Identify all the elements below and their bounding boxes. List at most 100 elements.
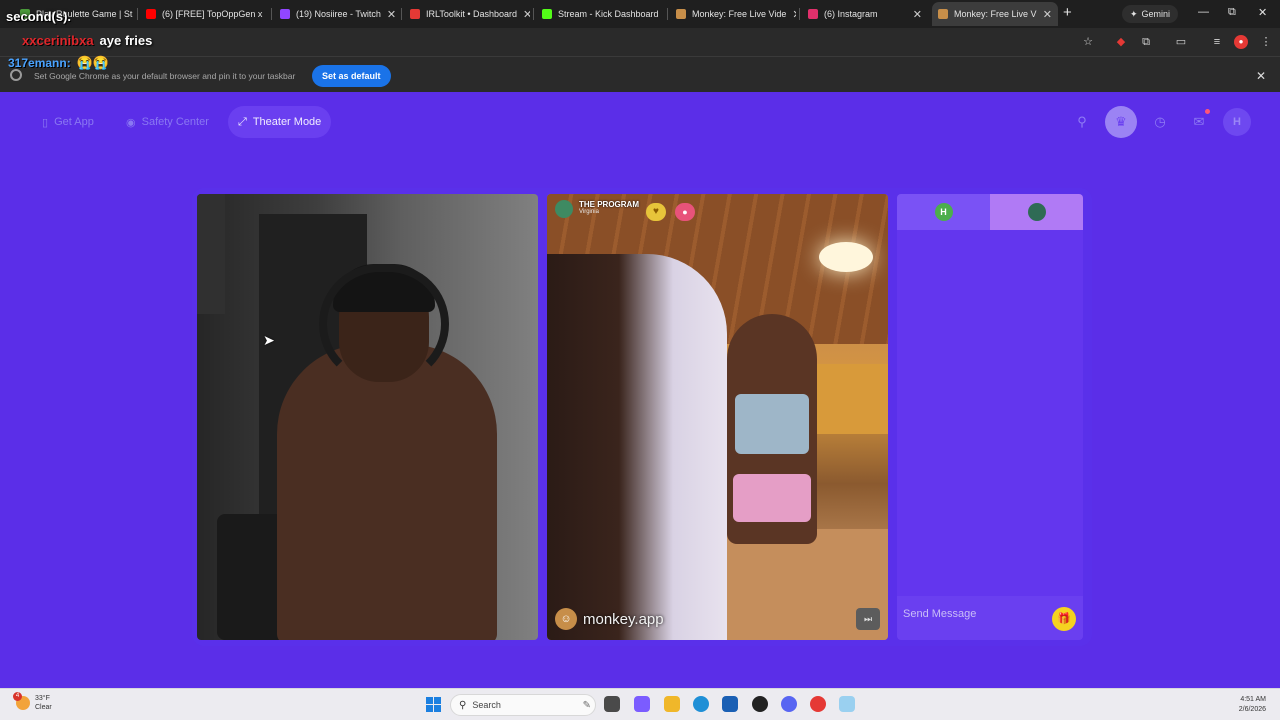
- search-icon[interactable]: ⚲: [1068, 108, 1096, 136]
- mouse-cursor-icon: ➤: [263, 332, 275, 348]
- tab-title: IRLToolkit • Dashboard: [426, 9, 518, 19]
- overlay-chat-name: 317emann:: [8, 56, 71, 70]
- weather-temp: 33°F: [35, 695, 50, 702]
- search-highlight-icon: ✎: [582, 699, 591, 711]
- monkey-icon: [938, 9, 948, 19]
- skip-forward-button[interactable]: ⏭: [856, 608, 880, 630]
- close-tab-icon[interactable]: ✕: [913, 8, 922, 21]
- safety-center-button[interactable]: ◉ Safety Center: [116, 106, 219, 138]
- chat-tab-self[interactable]: H: [897, 194, 990, 230]
- crown-icon[interactable]: ♛: [1105, 106, 1137, 138]
- youtube-icon: [146, 9, 156, 19]
- phone-icon: ▯: [42, 116, 49, 129]
- close-tab-icon[interactable]: ✕: [523, 8, 530, 21]
- video-scene-shelf: [197, 194, 225, 314]
- local-video: ➤: [197, 194, 538, 640]
- shield-icon: ◉: [126, 116, 136, 129]
- twitch-icon: [280, 9, 290, 19]
- new-tab-button[interactable]: +: [1063, 4, 1072, 21]
- tab-search-icon[interactable]: ≡: [1210, 35, 1224, 49]
- partner-name: THE PROGRAM: [579, 200, 639, 209]
- tab-title: Stream - Kick Dashboard: [558, 9, 659, 19]
- video-scene-foreground-person: [547, 254, 727, 640]
- gemini-label: Gemini: [1141, 9, 1171, 19]
- weather-icon: 4: [13, 692, 30, 710]
- gift-badge-icon[interactable]: ●: [675, 203, 695, 221]
- headphones-icon: [319, 264, 449, 384]
- extension-icon[interactable]: ◆: [1114, 35, 1128, 49]
- chat-panel: H 🎁: [897, 194, 1083, 640]
- brand-label: monkey.app: [583, 610, 664, 628]
- messages-icon[interactable]: ✉: [1185, 108, 1213, 136]
- theater-mode-button[interactable]: ⤢ Theater Mode: [228, 106, 332, 138]
- windows-taskbar: 4 33°F Clear ⚲ Search ✎ 4:51 AM 2/6/2026: [0, 688, 1280, 720]
- monkey-brand: ☺ monkey.app: [555, 608, 664, 630]
- tab-instagram[interactable]: (6) Instagram ✕: [802, 2, 928, 26]
- set-as-default-button[interactable]: Set as default: [312, 65, 391, 87]
- tab-topoppgen[interactable]: (6) [FREE] TopOppGen x ✕: [140, 2, 268, 26]
- bookmark-star-icon[interactable]: ☆: [1081, 35, 1095, 49]
- copilot-icon[interactable]: [634, 696, 650, 712]
- expand-icon: ⤢: [238, 115, 247, 128]
- chat-tabs: H: [897, 194, 1083, 230]
- theater-mode-label: Theater Mode: [252, 116, 322, 128]
- close-window-button[interactable]: ✕: [1258, 6, 1267, 19]
- kick-icon: [542, 9, 552, 19]
- restore-button[interactable]: ⧉: [1228, 6, 1236, 19]
- history-clock-icon[interactable]: ◷: [1146, 108, 1174, 136]
- video-scene-person: [277, 344, 497, 640]
- search-icon: ⚲: [459, 699, 467, 711]
- tab-irltoolkit[interactable]: IRLToolkit • Dashboard ✕: [404, 2, 530, 26]
- remote-video: THE PROGRAM Virginia ♥ ● ☺ monkey.app ⏭: [547, 194, 888, 640]
- close-tab-icon[interactable]: ✕: [1043, 8, 1052, 21]
- discord-icon[interactable]: [781, 696, 797, 712]
- profile-avatar-icon[interactable]: ●: [1234, 35, 1248, 49]
- chrome-icon[interactable]: [810, 696, 826, 712]
- stream-overlay-user: xxcerinibxa aye fries: [22, 33, 152, 48]
- partner-info[interactable]: THE PROGRAM Virginia: [555, 200, 639, 218]
- gemini-button[interactable]: ✦ Gemini: [1122, 5, 1179, 23]
- file-explorer-icon[interactable]: [664, 696, 680, 712]
- partner-location: Virginia: [579, 209, 599, 215]
- get-app-label: Get App: [54, 116, 94, 128]
- get-app-button[interactable]: ▯ Get App: [32, 106, 104, 138]
- extensions-puzzle-icon[interactable]: ⧉: [1139, 35, 1153, 49]
- tab-title: (6) [FREE] TopOppGen x: [162, 9, 263, 19]
- clock-time: 4:51 AM: [1240, 696, 1266, 703]
- tab-kick[interactable]: Stream - Kick Dashboard ✕: [536, 2, 664, 26]
- menu-kebab-icon[interactable]: ⋮: [1259, 35, 1273, 49]
- tab-monkey-active[interactable]: Monkey: Free Live V ✕: [932, 2, 1058, 26]
- close-infobar-icon[interactable]: ✕: [1256, 69, 1266, 83]
- stream-overlay-chat: 317emann: 😭😭: [8, 55, 109, 71]
- message-bar: 🎁: [897, 596, 1083, 640]
- tab-twitch[interactable]: (19) Nosiiree - Twitch ✕: [274, 2, 398, 26]
- tab-title: Monkey: Free Live Vide: [692, 9, 787, 19]
- instagram-icon: [808, 9, 818, 19]
- taskbar-search-label: Search: [472, 700, 501, 710]
- minimize-button[interactable]: —: [1198, 6, 1209, 18]
- close-tab-icon[interactable]: ✕: [792, 8, 796, 21]
- safety-center-label: Safety Center: [141, 116, 209, 128]
- app-icon[interactable]: [752, 696, 768, 712]
- cast-icon[interactable]: ▭: [1174, 35, 1188, 49]
- weather-widget[interactable]: 4 33°F Clear: [13, 692, 52, 712]
- gift-icon[interactable]: 🎁: [1052, 607, 1076, 631]
- user-avatar[interactable]: H: [1223, 108, 1251, 136]
- task-view-icon[interactable]: [604, 696, 620, 712]
- heart-icon[interactable]: ♥: [646, 203, 666, 221]
- browser-tab-strip: Play Roulette Game | St ✕ (6) [FREE] Top…: [0, 0, 1280, 28]
- stream-overlay-text: second(s).: [6, 9, 72, 24]
- store-icon[interactable]: [722, 696, 738, 712]
- infobar-message: Set Google Chrome as your default browse…: [34, 71, 296, 81]
- tab-title: (6) Instagram: [824, 9, 878, 19]
- windows-start-icon[interactable]: [426, 697, 441, 712]
- edge-icon[interactable]: [693, 696, 709, 712]
- app-icon[interactable]: [839, 696, 855, 712]
- close-tab-icon[interactable]: ✕: [387, 8, 396, 21]
- taskbar-search[interactable]: ⚲ Search ✎: [450, 694, 596, 716]
- chat-tab-partner[interactable]: [990, 194, 1083, 230]
- send-message-input[interactable]: [903, 604, 1043, 624]
- system-clock[interactable]: 4:51 AM 2/6/2026: [1239, 695, 1266, 715]
- tab-monkey-1[interactable]: Monkey: Free Live Vide ✕: [670, 2, 796, 26]
- tab-title: Monkey: Free Live V: [954, 9, 1037, 19]
